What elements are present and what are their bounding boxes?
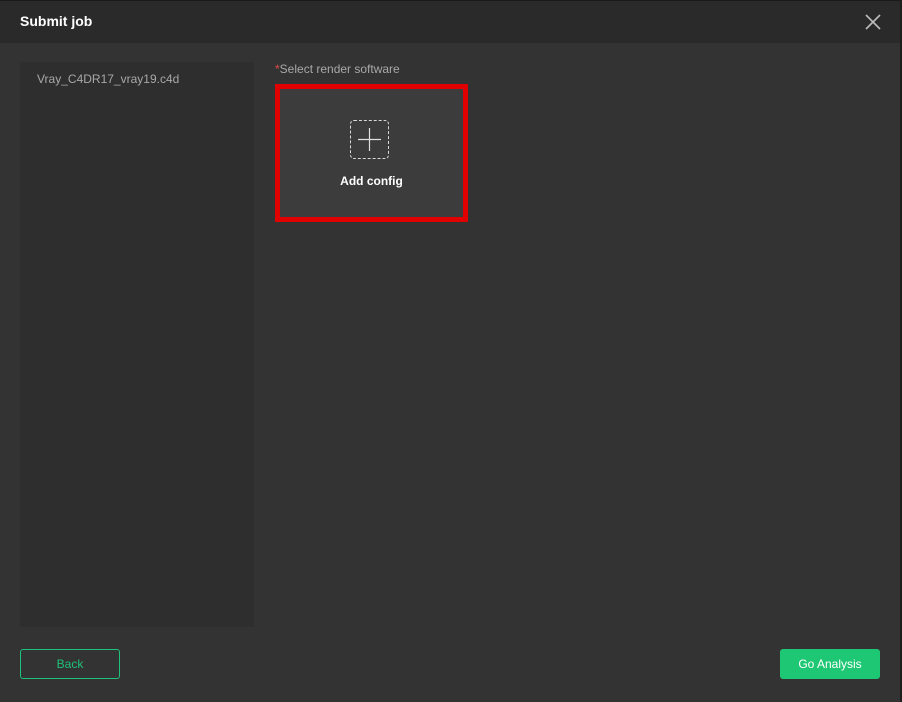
- plus-icon-glyph: [358, 128, 381, 151]
- close-icon[interactable]: [864, 13, 882, 31]
- file-list-item[interactable]: Vray_C4DR17_vray19.c4d: [37, 72, 179, 86]
- select-render-software-label: *Select render software: [275, 62, 400, 76]
- select-render-software-text: Select render software: [279, 62, 400, 76]
- plus-icon: [350, 120, 389, 159]
- go-analysis-button[interactable]: Go Analysis: [780, 649, 880, 679]
- add-config-label: Add config: [340, 174, 403, 188]
- close-icon-glyph: [865, 14, 881, 30]
- dialog-title-bar: Submit job: [0, 0, 900, 43]
- dialog-title: Submit job: [20, 13, 93, 29]
- add-config-button[interactable]: Add config: [275, 84, 468, 222]
- file-list-panel: Vray_C4DR17_vray19.c4d: [20, 62, 254, 627]
- submit-job-dialog: Submit job Vray_C4DR17_vray19.c4d *Selec…: [0, 0, 902, 702]
- back-button[interactable]: Back: [20, 649, 120, 679]
